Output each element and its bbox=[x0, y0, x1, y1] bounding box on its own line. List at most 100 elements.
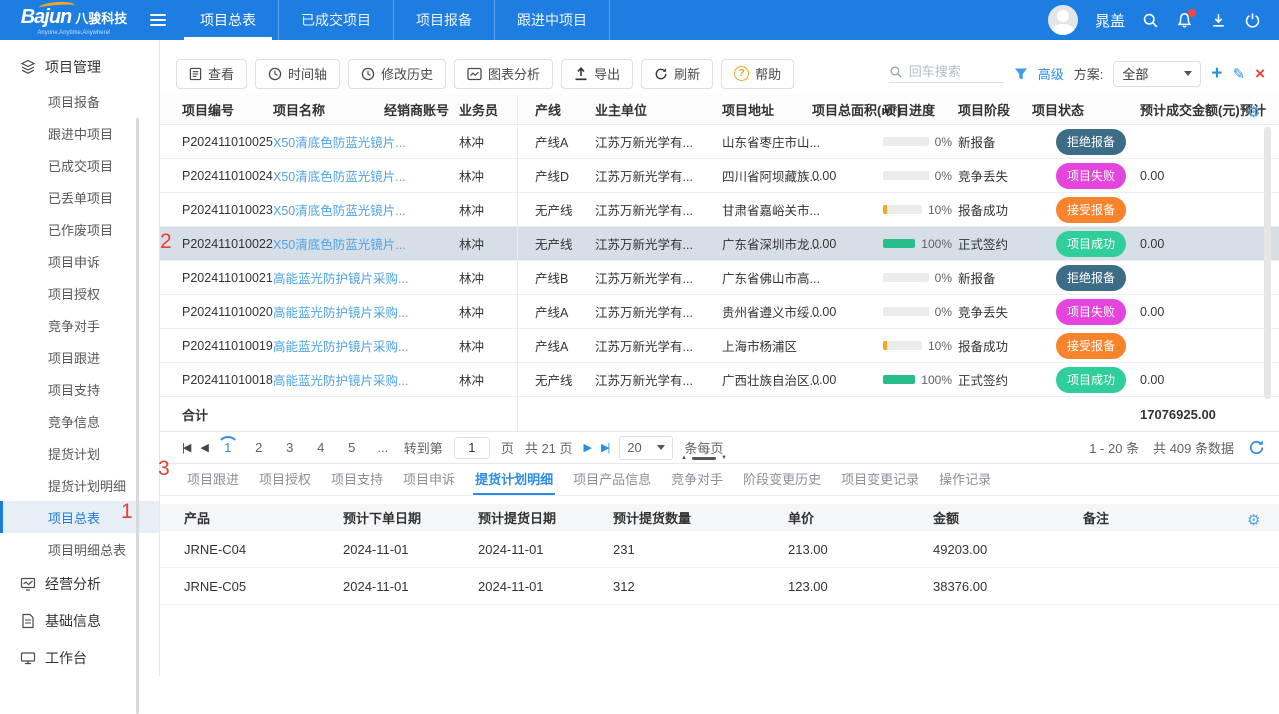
dcol-product[interactable]: 产品 bbox=[160, 508, 335, 527]
user-name[interactable]: 晁盖 bbox=[1095, 10, 1125, 31]
cell-salesman: 林冲 bbox=[453, 363, 518, 396]
delete-scheme-icon[interactable]: × bbox=[1255, 65, 1265, 82]
sidebar-item[interactable]: 项目报备 bbox=[0, 85, 159, 117]
detail-tab[interactable]: 项目支持 bbox=[329, 464, 385, 495]
detail-tab[interactable]: 项目授权 bbox=[257, 464, 313, 495]
export-button[interactable]: 导出 bbox=[561, 59, 633, 89]
cell-salesman: 林冲 bbox=[453, 329, 518, 362]
chart-analysis-button[interactable]: 图表分析 bbox=[454, 59, 553, 89]
detail-tab[interactable]: 提货计划明细 bbox=[473, 464, 555, 495]
top-nav-tab[interactable]: 已成交项目 bbox=[279, 0, 394, 40]
goto-page-input[interactable] bbox=[454, 437, 490, 459]
top-nav-tab[interactable]: 项目报备 bbox=[394, 0, 495, 40]
col-owner-unit[interactable]: 业主单位 bbox=[588, 100, 710, 119]
project-name-link[interactable]: 高能蓝光防护镜片采购... bbox=[273, 374, 408, 388]
progress-percent: 100% bbox=[921, 373, 952, 387]
detail-tab[interactable]: 项目产品信息 bbox=[571, 464, 653, 495]
cell-project-id: P202411010024 bbox=[160, 169, 265, 183]
dcol-note[interactable]: 备注 bbox=[1075, 508, 1240, 527]
detail-tab[interactable]: 操作记录 bbox=[937, 464, 993, 495]
page-number[interactable]: 5 bbox=[342, 438, 362, 458]
detail-tab[interactable]: 项目变更记录 bbox=[839, 464, 921, 495]
page-number[interactable]: 4 bbox=[311, 438, 331, 458]
avatar[interactable] bbox=[1048, 5, 1078, 35]
detail-row[interactable]: JRNE-C04 2024-11-01 2024-11-01 231 213.0… bbox=[160, 531, 1279, 568]
panel-splitter-handle[interactable]: ▲ ▼ bbox=[681, 455, 727, 461]
page-number[interactable]: 1 bbox=[218, 438, 238, 458]
table-row[interactable]: P202411010024 X50清底色防蓝光镜片... 林冲 产线D 江苏万新… bbox=[160, 159, 1279, 193]
page-size-select[interactable]: 20 bbox=[619, 436, 673, 460]
dcol-qty[interactable]: 预计提货数量 bbox=[605, 508, 780, 527]
project-name-link[interactable]: 高能蓝光防护镜片采购... bbox=[273, 272, 408, 286]
download-icon[interactable] bbox=[1210, 12, 1227, 29]
col-project-address[interactable]: 项目地址 bbox=[710, 100, 802, 119]
search-icon[interactable] bbox=[1142, 12, 1159, 29]
sidebar-section-project-mgmt[interactable]: 项目管理 bbox=[0, 48, 159, 85]
splitter-bar[interactable] bbox=[692, 457, 716, 460]
table-row[interactable]: P202411010020 高能蓝光防护镜片采购... 林冲 产线A 江苏万新光… bbox=[160, 295, 1279, 329]
top-nav-tab[interactable]: 项目总表 bbox=[178, 0, 279, 40]
collapse-down-icon[interactable]: ▼ bbox=[721, 455, 727, 461]
col-project-id[interactable]: 项目编号 bbox=[160, 100, 265, 119]
col-product-line[interactable]: 产线 bbox=[518, 100, 588, 119]
project-name-link[interactable]: X50清底色防蓝光镜片... bbox=[273, 170, 406, 184]
edit-scheme-icon[interactable]: ✎ bbox=[1232, 65, 1245, 83]
collapse-up-icon[interactable]: ▲ bbox=[681, 455, 687, 461]
first-page-button[interactable]: |◀ bbox=[182, 441, 189, 454]
page-number[interactable]: ... bbox=[373, 438, 393, 458]
table-row[interactable]: P202411010022 X50清底色防蓝光镜片... 林冲 无产线 江苏万新… bbox=[160, 227, 1279, 261]
last-page-button[interactable]: ▶| bbox=[601, 441, 608, 454]
project-name-link[interactable]: 高能蓝光防护镜片采购... bbox=[273, 340, 408, 354]
page-number[interactable]: 3 bbox=[280, 438, 300, 458]
detail-settings-gear-icon[interactable]: ⚙ bbox=[1247, 511, 1260, 529]
detail-tab[interactable]: 竞争对手 bbox=[669, 464, 725, 495]
col-project-stage[interactable]: 项目阶段 bbox=[952, 100, 1026, 119]
detail-tab[interactable]: 项目申诉 bbox=[401, 464, 457, 495]
dcol-amount[interactable]: 金额 bbox=[925, 508, 1075, 527]
hamburger-menu-icon[interactable] bbox=[150, 11, 168, 29]
prev-page-button[interactable]: ◀ bbox=[200, 441, 206, 454]
table-scrollbar[interactable] bbox=[1264, 127, 1271, 399]
detail-tab[interactable]: 项目跟进 bbox=[185, 464, 241, 495]
progress-percent: 10% bbox=[928, 203, 952, 217]
dcol-price[interactable]: 单价 bbox=[780, 508, 925, 527]
col-project-name[interactable]: 项目名称 bbox=[265, 100, 378, 119]
col-project-status[interactable]: 项目状态 bbox=[1026, 100, 1098, 119]
timeline-button[interactable]: 时间轴 bbox=[255, 59, 340, 89]
view-button[interactable]: 查看 bbox=[176, 59, 247, 89]
project-name-link[interactable]: X50清底色防蓝光镜片... bbox=[273, 238, 406, 252]
project-name-link[interactable]: 高能蓝光防护镜片采购... bbox=[273, 306, 408, 320]
detail-tab[interactable]: 阶段变更历史 bbox=[741, 464, 823, 495]
col-salesman[interactable]: 业务员 bbox=[453, 95, 518, 124]
top-nav-tab[interactable]: 跟进中项目 bbox=[495, 0, 610, 40]
dcol-order-date[interactable]: 预计下单日期 bbox=[335, 508, 470, 527]
project-name-link[interactable]: X50清底色防蓝光镜片... bbox=[273, 204, 406, 218]
next-page-button[interactable]: ▶ bbox=[584, 441, 590, 454]
table-row[interactable]: P202411010021 高能蓝光防护镜片采购... 林冲 产线B 江苏万新光… bbox=[160, 261, 1279, 295]
table-row[interactable]: P202411010019 高能蓝光防护镜片采购... 林冲 产线A 江苏万新光… bbox=[160, 329, 1279, 363]
bell-icon[interactable] bbox=[1176, 12, 1193, 29]
col-total-area[interactable]: 项目总面积(m²) bbox=[802, 100, 878, 119]
filter-funnel-icon[interactable] bbox=[1014, 67, 1028, 81]
table-row[interactable]: P202411010025 X50清底色防蓝光镜片... 林冲 产线A 江苏万新… bbox=[160, 125, 1279, 159]
table-settings-gear-icon[interactable]: ⚙ bbox=[1247, 103, 1260, 121]
table-row[interactable]: P202411010023 X50清底色防蓝光镜片... 林冲 无产线 江苏万新… bbox=[160, 193, 1279, 227]
search-input[interactable] bbox=[909, 64, 1004, 79]
refresh-data-icon[interactable] bbox=[1248, 439, 1265, 456]
project-name-link[interactable]: X50清底色防蓝光镜片... bbox=[273, 136, 406, 150]
col-project-progress[interactable]: 项目进度 bbox=[878, 100, 952, 119]
sidebar-scrollbar[interactable] bbox=[136, 118, 139, 714]
add-scheme-icon[interactable]: + bbox=[1211, 64, 1222, 83]
col-expected-amount[interactable]: 预计成交金额(元) bbox=[1098, 100, 1240, 119]
history-button[interactable]: 修改历史 bbox=[348, 59, 446, 89]
scheme-select[interactable]: 全部 bbox=[1113, 61, 1201, 87]
page-number[interactable]: 2 bbox=[249, 438, 269, 458]
dcol-pickup-date[interactable]: 预计提货日期 bbox=[470, 508, 605, 527]
detail-row[interactable]: JRNE-C05 2024-11-01 2024-11-01 312 123.0… bbox=[160, 568, 1279, 605]
help-button[interactable]: ? 帮助 bbox=[721, 59, 794, 89]
advanced-search-link[interactable]: 高级 bbox=[1038, 64, 1064, 83]
power-icon[interactable] bbox=[1244, 12, 1261, 29]
table-row[interactable]: P202411010018 高能蓝光防护镜片采购... 林冲 无产线 江苏万新光… bbox=[160, 363, 1279, 397]
refresh-button[interactable]: 刷新 bbox=[641, 59, 713, 89]
col-dealer-account[interactable]: 经销商账号 bbox=[378, 100, 453, 119]
